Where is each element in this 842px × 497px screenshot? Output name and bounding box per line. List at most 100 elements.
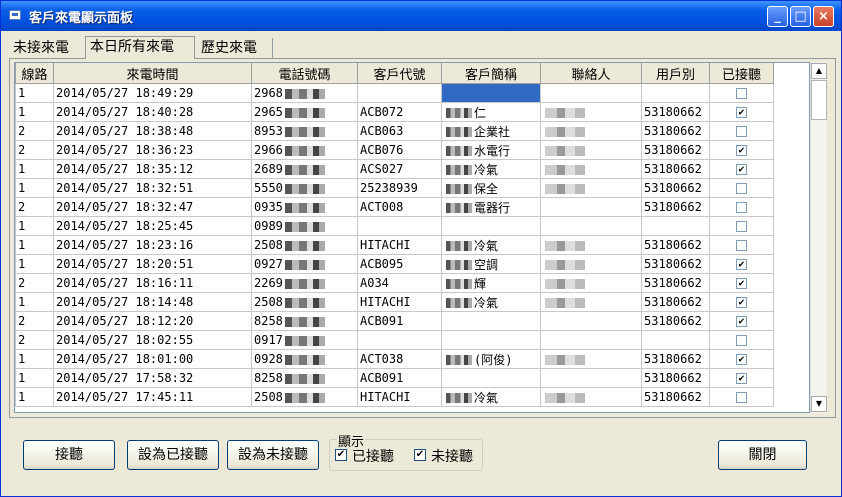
answered-checkbox[interactable]: ✔ bbox=[736, 164, 747, 175]
col-header-time[interactable]: 來電時間 bbox=[53, 63, 252, 84]
answered-checkbox[interactable]: ✔ bbox=[736, 145, 747, 156]
answered-checkbox[interactable] bbox=[736, 221, 747, 232]
cell-line-text: 1 bbox=[18, 295, 26, 309]
table-row[interactable]: 1 2014/05/27 18:14:48 2508 HITACHI 冷氣 5318066… bbox=[15, 292, 774, 312]
redacted-name-block bbox=[446, 279, 472, 289]
cell-time-text: 2014/05/27 17:45:11 bbox=[56, 390, 194, 404]
table-row[interactable]: 1 2014/05/27 18:32:51 5550 25238939 保全 531806… bbox=[15, 178, 774, 198]
table-row[interactable]: 1 2014/05/27 18:25:45 0989 bbox=[15, 216, 774, 236]
cell-line: 2 bbox=[15, 330, 54, 350]
cell-answered bbox=[709, 197, 774, 217]
tab-today-calls[interactable]: 本日所有來電 bbox=[85, 36, 195, 59]
cell-customer-name: 冷氣 bbox=[441, 235, 541, 255]
cell-phone: 8258 bbox=[251, 368, 358, 388]
answered-checkbox[interactable]: ✔ bbox=[736, 107, 747, 118]
tab-missed-calls[interactable]: 未接來電 bbox=[9, 38, 83, 58]
cell-line: 1 bbox=[15, 368, 54, 388]
cell-phone-text: 0927 bbox=[254, 257, 283, 271]
col-header-user-type[interactable]: 用戶別 bbox=[641, 63, 710, 84]
table-row[interactable]: 1 2014/05/27 18:49:29 2968 bbox=[15, 83, 774, 103]
cell-phone: 0989 bbox=[251, 216, 358, 236]
cell-line: 1 bbox=[15, 254, 54, 274]
answered-checkbox[interactable] bbox=[736, 202, 747, 213]
vertical-scrollbar[interactable]: ▲ ▼ bbox=[810, 62, 827, 413]
set-answered-button[interactable]: 設為已接聽 bbox=[127, 440, 219, 470]
table-row[interactable]: 1 2014/05/27 18:23:16 2508 HITACHI 冷氣 5318066… bbox=[15, 235, 774, 255]
cell-customer-code-text: A034 bbox=[360, 276, 389, 290]
answered-checkbox[interactable]: ✔ bbox=[736, 354, 747, 365]
col-header-customer-name[interactable]: 客戶簡稱 bbox=[441, 63, 541, 84]
table-row[interactable]: 1 2014/05/27 18:20:51 0927 ACB095 空調 53180662… bbox=[15, 254, 774, 274]
col-header-phone[interactable]: 電話號碼 bbox=[251, 63, 358, 84]
cell-customer-code bbox=[357, 216, 442, 236]
table-row[interactable]: 1 2014/05/27 18:40:28 2965 ACB072 仁 53180662 ✔ bbox=[15, 102, 774, 122]
table-row[interactable]: 1 2014/05/27 18:35:12 2689 ACS027 冷氣 53180662… bbox=[15, 159, 774, 179]
answered-checkbox[interactable]: ✔ bbox=[736, 297, 747, 308]
cell-time-text: 2014/05/27 18:40:28 bbox=[56, 105, 194, 119]
scroll-down-icon[interactable]: ▼ bbox=[811, 396, 827, 412]
cell-line: 1 bbox=[15, 292, 54, 312]
col-header-contact[interactable]: 聯絡人 bbox=[540, 63, 642, 84]
cell-customer-name-text: 電器行 bbox=[474, 200, 511, 215]
answered-checkbox[interactable]: ✔ bbox=[736, 316, 747, 327]
cell-customer-name bbox=[441, 83, 541, 103]
cell-customer-code: HITACHI bbox=[357, 387, 442, 407]
cell-user-type-text: 53180662 bbox=[644, 352, 702, 366]
cell-contact bbox=[540, 159, 642, 179]
table-row[interactable]: 2 2014/05/27 18:02:55 0917 bbox=[15, 330, 774, 350]
calls-table[interactable]: 線路 來電時間 電話號碼 客戶代號 客戶簡稱 聯絡人 用戶別 已接聽 1 2014… bbox=[14, 62, 810, 413]
answered-checkbox[interactable]: ✔ bbox=[736, 373, 747, 384]
cell-phone-text: 0928 bbox=[254, 352, 283, 366]
cell-phone: 2689 bbox=[251, 159, 358, 179]
answered-checkbox[interactable] bbox=[736, 335, 747, 346]
redacted-contact-block bbox=[545, 126, 585, 137]
answered-checkbox[interactable]: ✔ bbox=[736, 278, 747, 289]
redacted-name-block bbox=[446, 127, 472, 137]
cell-customer-name-text: (阿俊) bbox=[474, 352, 513, 367]
table-row[interactable]: 2 2014/05/27 18:38:48 8953 ACB063 企業社 5318066… bbox=[15, 121, 774, 141]
table-row[interactable]: 1 2014/05/27 18:01:00 0928 ACT038 (阿俊) 531806… bbox=[15, 349, 774, 369]
table-row[interactable]: 2 2014/05/27 18:36:23 2966 ACB076 水電行 5318066… bbox=[15, 140, 774, 160]
tab-history-calls[interactable]: 歷史來電 bbox=[197, 38, 273, 58]
table-row[interactable]: 2 2014/05/27 18:12:20 8258 ACB091 53180662 ✔ bbox=[15, 311, 774, 331]
cell-user-type-text: 53180662 bbox=[644, 371, 702, 385]
cell-phone-text: 2508 bbox=[254, 390, 283, 404]
cell-customer-name bbox=[441, 330, 541, 350]
cell-user-type: 53180662 bbox=[641, 159, 710, 179]
cell-line-text: 1 bbox=[18, 219, 26, 233]
table-row[interactable]: 2 2014/05/27 18:32:47 0935 ACT008 電器行 5318066… bbox=[15, 197, 774, 217]
cell-answered bbox=[709, 121, 774, 141]
cell-user-type: 53180662 bbox=[641, 235, 710, 255]
answered-checkbox[interactable] bbox=[736, 183, 747, 194]
cell-time: 2014/05/27 18:14:48 bbox=[53, 292, 252, 312]
redacted-phone-block bbox=[284, 164, 325, 175]
show-unanswered-checkbox[interactable]: ✔ bbox=[414, 449, 426, 461]
scroll-thumb[interactable] bbox=[811, 80, 827, 120]
cell-customer-code-text: HITACHI bbox=[360, 238, 411, 252]
maximize-button[interactable]: □ bbox=[790, 6, 811, 27]
scroll-up-icon[interactable]: ▲ bbox=[811, 63, 827, 79]
title-bar[interactable]: 客戶來電顯示面板 _ □ × bbox=[1, 1, 841, 31]
cell-contact bbox=[540, 349, 642, 369]
answered-checkbox[interactable] bbox=[736, 126, 747, 137]
cell-customer-name-text: 企業社 bbox=[474, 124, 511, 139]
answer-button[interactable]: 接聽 bbox=[23, 440, 115, 470]
table-row[interactable]: 2 2014/05/27 18:16:11 2269 A034 輝 53180662 ✔ bbox=[15, 273, 774, 293]
close-button[interactable]: 關閉 bbox=[718, 440, 807, 470]
answered-checkbox[interactable] bbox=[736, 88, 747, 99]
col-header-line[interactable]: 線路 bbox=[15, 63, 54, 84]
answered-checkbox[interactable]: ✔ bbox=[736, 259, 747, 270]
table-row[interactable]: 1 2014/05/27 17:45:11 2508 HITACHI 冷氣 5318066… bbox=[15, 387, 774, 407]
cell-time-text: 2014/05/27 18:23:16 bbox=[56, 238, 194, 252]
cell-time-text: 2014/05/27 18:25:45 bbox=[56, 219, 194, 233]
col-header-answered[interactable]: 已接聽 bbox=[709, 63, 774, 84]
cell-answered: ✔ bbox=[709, 102, 774, 122]
col-header-customer-code[interactable]: 客戶代號 bbox=[357, 63, 442, 84]
answered-checkbox[interactable] bbox=[736, 240, 747, 251]
table-row[interactable]: 1 2014/05/27 17:58:32 8258 ACB091 53180662 ✔ bbox=[15, 368, 774, 388]
answered-checkbox[interactable] bbox=[736, 392, 747, 403]
minimize-button[interactable]: _ bbox=[767, 6, 788, 27]
close-window-button[interactable]: × bbox=[813, 6, 834, 27]
set-unanswered-button[interactable]: 設為未接聽 bbox=[227, 440, 319, 470]
show-answered-checkbox[interactable]: ✔ bbox=[335, 449, 347, 461]
